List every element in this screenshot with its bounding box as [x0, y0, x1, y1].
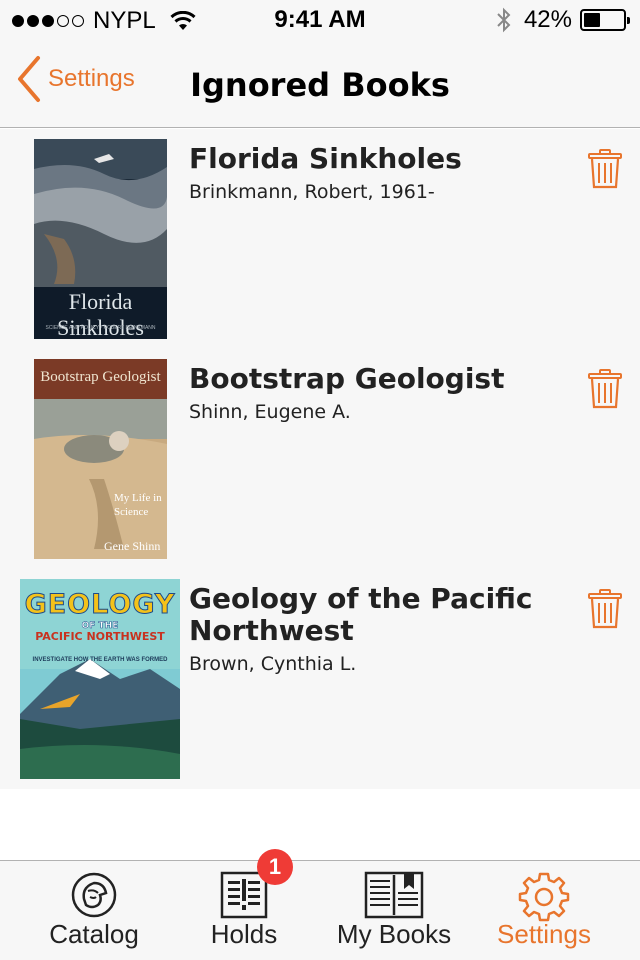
- navigation-bar: Settings Ignored Books: [0, 40, 640, 128]
- list-item[interactable]: GEOLOGY OF THE PACIFIC NORTHWEST INVESTI…: [0, 569, 640, 789]
- book-title: Bootstrap Geologist: [189, 362, 505, 395]
- cover-author-text: Gene Shinn: [104, 539, 161, 553]
- book-author: Brown, Cynthia L.: [189, 653, 357, 675]
- trash-icon[interactable]: [588, 589, 622, 629]
- ignored-books-list: Florida Sinkholes SCIENCE AND POLICY · R…: [0, 129, 640, 789]
- gear-icon: [518, 872, 570, 922]
- battery-percent: 42%: [523, 6, 572, 33]
- book-author: Brinkmann, Robert, 1961-: [189, 181, 435, 203]
- status-right: 42%: [496, 6, 630, 34]
- bluetooth-icon: [497, 7, 511, 33]
- book-cover: Bootstrap Geologist My Life in Science G…: [34, 359, 167, 559]
- status-bar: NYPL 9:41 AM 42%: [0, 0, 640, 40]
- book-author: Shinn, Eugene A.: [189, 401, 351, 423]
- tab-label: Catalog: [49, 919, 139, 949]
- holds-badge: 1: [257, 849, 293, 885]
- book-title: Geology of the Pacific Northwest: [189, 582, 533, 647]
- battery-fill: [584, 13, 600, 27]
- tab-label: My Books: [336, 919, 452, 949]
- cover-title-text: Bootstrap Geologist: [40, 369, 161, 385]
- cover-subtitle-text: SCIENCE AND POLICY · ROBERT BRINKMANN: [45, 325, 156, 331]
- cover-title-text: Florida Sinkholes: [57, 289, 144, 339]
- book-title: Florida Sinkholes: [189, 142, 462, 175]
- cover-title-text: GEOLOGY: [24, 589, 176, 621]
- book-cover: Florida Sinkholes SCIENCE AND POLICY · R…: [34, 139, 167, 339]
- tab-settings[interactable]: Settings: [464, 861, 624, 960]
- book-cover-art: [34, 359, 167, 559]
- trash-icon[interactable]: [588, 369, 622, 409]
- cover-region-text: PACIFIC NORTHWEST: [35, 630, 165, 643]
- page-title: Ignored Books: [190, 66, 450, 104]
- book-icon: [364, 871, 424, 919]
- tab-label: Holds: [210, 919, 278, 949]
- lion-icon: [71, 872, 117, 918]
- battery-icon: [580, 9, 630, 31]
- tab-catalog[interactable]: Catalog: [14, 861, 174, 960]
- trash-icon[interactable]: [588, 149, 622, 189]
- cover-tagline-text: INVESTIGATE HOW THE EARTH WAS FORMED: [32, 657, 168, 663]
- tab-holds[interactable]: 1 Holds: [164, 849, 324, 960]
- cover-subtitle-text: My Life in Science: [114, 492, 162, 518]
- list-item[interactable]: Florida Sinkholes SCIENCE AND POLICY · R…: [0, 129, 640, 349]
- tab-label: Settings: [497, 919, 591, 949]
- tab-my-books[interactable]: My Books: [314, 861, 474, 960]
- tab-bar: Catalog 1 Holds My Books Settings: [0, 849, 640, 960]
- book-cover: GEOLOGY OF THE PACIFIC NORTHWEST INVESTI…: [20, 579, 180, 779]
- list-item[interactable]: Bootstrap Geologist My Life in Science G…: [0, 349, 640, 569]
